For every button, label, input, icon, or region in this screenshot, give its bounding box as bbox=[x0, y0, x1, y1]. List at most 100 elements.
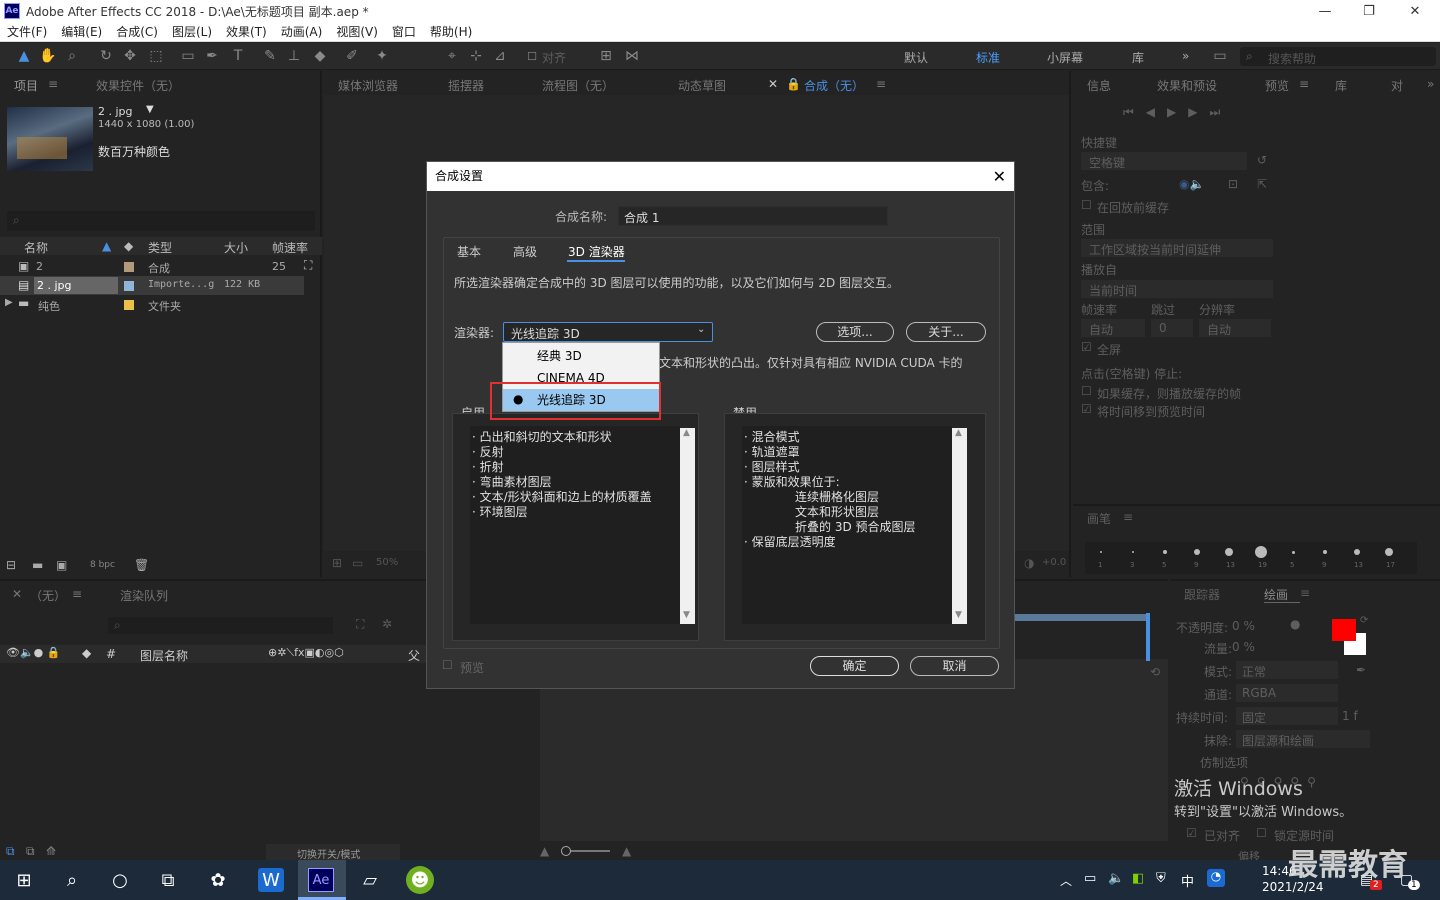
table-row[interactable]: ▶ ▬ 纯色 文件夹 bbox=[0, 295, 322, 314]
hand-tool-icon[interactable]: ✋ bbox=[38, 47, 58, 66]
cortana-icon[interactable]: ○ bbox=[106, 866, 134, 894]
new-composition-icon[interactable]: ▣ bbox=[56, 558, 67, 572]
network-icon[interactable]: ▭ bbox=[1084, 871, 1096, 886]
swap-colors-icon[interactable]: ⟳ bbox=[1360, 615, 1368, 626]
in-out-toggle-icon[interactable]: ⟰ bbox=[46, 844, 56, 858]
preview-checkbox[interactable]: ☐ bbox=[442, 658, 453, 672]
pinwheel-app-icon[interactable]: ✿ bbox=[204, 866, 232, 894]
brush-preset-dot[interactable] bbox=[1354, 549, 1360, 555]
zoom-slider-handle[interactable] bbox=[561, 846, 571, 856]
draft-3d-icon[interactable]: ✲ bbox=[382, 617, 392, 631]
tab-paint[interactable]: 绘画 bbox=[1264, 586, 1288, 603]
column-layer-name[interactable]: 图层名称 bbox=[140, 647, 188, 664]
brush-preset-dot[interactable] bbox=[1225, 548, 1233, 556]
column-parent[interactable]: 父 bbox=[408, 647, 420, 664]
label-color-swatch[interactable] bbox=[124, 281, 134, 291]
view-axis-icon[interactable]: ⊿ bbox=[490, 47, 510, 66]
brush-preset-dot[interactable] bbox=[1163, 550, 1167, 554]
ok-button[interactable]: 确定 bbox=[810, 656, 899, 676]
wps-app-icon[interactable]: W bbox=[258, 868, 284, 892]
brush-preset-dot[interactable] bbox=[1291, 550, 1295, 554]
enabled-list-scrollbar[interactable]: ▲ ▼ bbox=[680, 428, 695, 624]
menu-edit[interactable]: 编辑(E) bbox=[54, 23, 109, 40]
flow-value[interactable]: 0 % bbox=[1232, 640, 1255, 654]
overlay-icon[interactable]: ⊡ bbox=[1228, 177, 1238, 191]
tab-timeline[interactable]: （无） bbox=[30, 587, 66, 604]
brush-preset-dot[interactable] bbox=[1100, 551, 1102, 553]
rotate-tool-icon[interactable]: ↻ bbox=[96, 47, 116, 66]
tab-tracker[interactable]: 跟踪器 bbox=[1184, 586, 1220, 603]
align-checkbox-icon[interactable]: ☐ bbox=[522, 47, 542, 66]
opacity-value[interactable]: 0 % bbox=[1232, 619, 1255, 633]
pan-behind-tool-icon[interactable]: ⬚ bbox=[146, 47, 166, 66]
shortcut-select[interactable]: 空格键 bbox=[1081, 152, 1247, 170]
volume-icon[interactable]: 🔈 bbox=[1108, 871, 1124, 886]
playback-controls-icon[interactable]: ⏮◀▶▶⏭ bbox=[1123, 105, 1232, 120]
renderer-option-classic-3d[interactable]: 经典 3D bbox=[503, 345, 659, 367]
effects-toggle-icon[interactable]: ⧉ bbox=[26, 844, 35, 859]
sync-settings-icon[interactable]: ▭ bbox=[1210, 47, 1230, 66]
trash-icon[interactable]: 🗑 bbox=[134, 558, 149, 572]
duration-select[interactable]: 固定 bbox=[1236, 707, 1338, 725]
qq-icon[interactable]: ◔ bbox=[1207, 869, 1225, 887]
menu-help[interactable]: 帮助(H) bbox=[423, 23, 479, 40]
menu-view[interactable]: 视图(V) bbox=[329, 23, 385, 40]
scroll-up-icon[interactable]: ▲ bbox=[683, 428, 690, 438]
move-time-checkbox[interactable]: ☑ bbox=[1081, 402, 1092, 416]
windows-start-icon[interactable]: ⊞ bbox=[10, 866, 38, 894]
rectangle-tool-icon[interactable]: ▭ bbox=[178, 47, 198, 66]
reset-icon[interactable]: ↺ bbox=[1257, 153, 1267, 167]
brush-preset-dot[interactable] bbox=[1255, 546, 1267, 558]
skip-select[interactable]: 0 bbox=[1151, 319, 1193, 337]
green-app-icon[interactable]: ☻ bbox=[406, 866, 434, 894]
scroll-down-icon[interactable]: ▼ bbox=[683, 610, 690, 620]
mode-select[interactable]: 正常 bbox=[1236, 661, 1338, 679]
comp-name-input[interactable]: 合成 1 bbox=[618, 206, 888, 226]
workspace-library[interactable]: 库 bbox=[1132, 49, 1144, 66]
tab-preview[interactable]: 预览 bbox=[1265, 77, 1289, 94]
new-folder-icon[interactable]: ▬ bbox=[32, 558, 43, 572]
av-features-icon[interactable]: 👁🔈● 🔒 bbox=[6, 646, 60, 659]
task-view-icon[interactable]: ⧉ bbox=[154, 866, 182, 894]
tab-advanced[interactable]: 高级 bbox=[513, 243, 537, 260]
timeline-search-input[interactable]: ⌕ bbox=[108, 617, 333, 634]
cache-checkbox[interactable]: ☐ bbox=[1081, 198, 1092, 212]
if-cache-checkbox[interactable]: ☐ bbox=[1081, 384, 1092, 398]
video-audio-icon[interactable]: ◉🔈 bbox=[1179, 177, 1204, 191]
tab-info[interactable]: 信息 bbox=[1087, 77, 1111, 94]
zoom-level[interactable]: 50% bbox=[376, 557, 398, 568]
camera-tool-icon[interactable]: ✥ bbox=[120, 47, 140, 66]
show-hidden-icons[interactable]: ︿ bbox=[1060, 872, 1072, 889]
search-icon[interactable]: ⌕ bbox=[58, 866, 86, 894]
channel-select[interactable]: RGBA bbox=[1236, 684, 1338, 702]
column-name[interactable]: 名称 bbox=[24, 239, 48, 256]
comp-button-icon[interactable]: ⟲ bbox=[1150, 665, 1160, 679]
erase-select[interactable]: 图层源和绘画 bbox=[1236, 730, 1370, 748]
tab-menu-icon[interactable]: ≡ bbox=[876, 77, 886, 91]
table-row[interactable]: ▣ 2 合成 25 ⛶ bbox=[0, 257, 322, 276]
local-axis-icon[interactable]: ⌖ bbox=[442, 47, 462, 66]
fps-select[interactable]: 自动 bbox=[1081, 319, 1145, 337]
type-tool-icon[interactable]: T bbox=[228, 47, 248, 66]
exposure-value[interactable]: +0.0 bbox=[1042, 557, 1066, 568]
tab-3d-renderer[interactable]: 3D 渲染器 bbox=[568, 243, 625, 260]
tab-brushes[interactable]: 画笔 bbox=[1087, 510, 1111, 527]
project-search-input[interactable]: ⌕ bbox=[7, 211, 315, 231]
tab-flowchart[interactable]: 流程图（无） bbox=[542, 77, 614, 94]
bit-depth-button[interactable]: 8 bpc bbox=[90, 560, 115, 570]
dialog-close-icon[interactable]: ✕ bbox=[993, 162, 1006, 191]
snap-options-icon[interactable]: ⋈ bbox=[622, 47, 642, 66]
brush-preset-dot[interactable] bbox=[1385, 548, 1393, 556]
lock-icon[interactable]: 🔒 bbox=[786, 77, 801, 91]
minimize-button[interactable]: — bbox=[1302, 0, 1348, 22]
tab-wiggler[interactable]: 摇摆器 bbox=[448, 77, 484, 94]
tab-library[interactable]: 库 bbox=[1335, 77, 1347, 94]
range-select[interactable]: 工作区域按当前时间延伸 bbox=[1081, 239, 1273, 257]
tab-media-browser[interactable]: 媒体浏览器 bbox=[338, 77, 398, 94]
menu-window[interactable]: 窗口 bbox=[385, 23, 423, 40]
work-area-bar[interactable] bbox=[1010, 614, 1150, 621]
eyedropper-icon[interactable]: ✒ bbox=[1356, 663, 1366, 677]
exposure-icon[interactable]: ◑ bbox=[1024, 556, 1034, 570]
tab-motion-sketch[interactable]: 动态草图 bbox=[678, 77, 726, 94]
close-tab-icon[interactable]: ✕ bbox=[12, 587, 22, 601]
